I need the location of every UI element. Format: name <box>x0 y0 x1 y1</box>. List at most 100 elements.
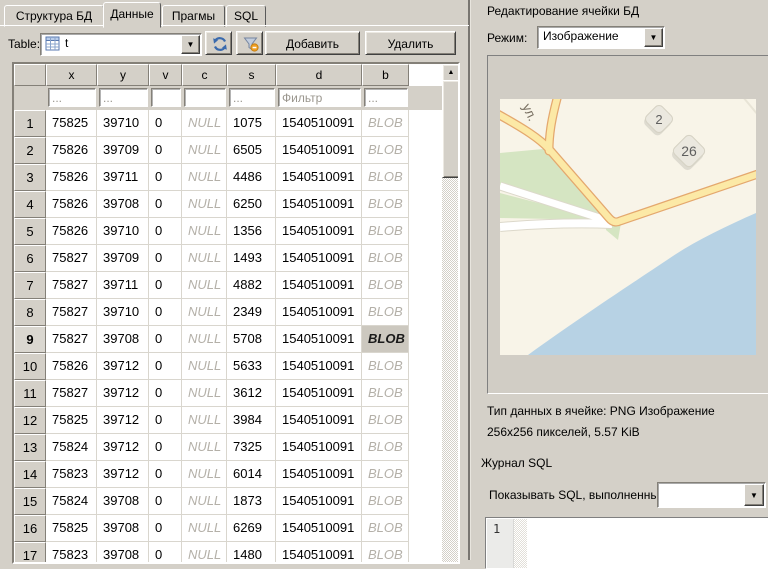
table-row[interactable]: 15 75824 39708 0 NULL 1873 1540510091 BL… <box>14 488 458 515</box>
cell-x[interactable]: 75827 <box>46 272 97 299</box>
table-row[interactable]: 16 75825 39708 0 NULL 6269 1540510091 BL… <box>14 515 458 542</box>
cell-d[interactable]: 1540510091 <box>276 245 362 272</box>
cell-d[interactable]: 1540510091 <box>276 218 362 245</box>
cell-c[interactable]: NULL <box>182 461 227 488</box>
cell-d[interactable]: 1540510091 <box>276 434 362 461</box>
cell-c[interactable]: NULL <box>182 110 227 137</box>
row-header[interactable]: 2 <box>14 137 46 164</box>
filter-input-y[interactable] <box>99 88 148 107</box>
cell-s[interactable]: 1075 <box>227 110 276 137</box>
cell-s[interactable]: 2349 <box>227 299 276 326</box>
vertical-scrollbar[interactable]: ▲ <box>442 64 458 562</box>
delete-record-button[interactable]: Удалить запись <box>365 31 456 55</box>
row-header[interactable]: 17 <box>14 542 46 564</box>
row-header[interactable]: 3 <box>14 164 46 191</box>
cell-d[interactable]: 1540510091 <box>276 461 362 488</box>
cell-c[interactable]: NULL <box>182 407 227 434</box>
cell-x[interactable]: 75826 <box>46 137 97 164</box>
table-row[interactable]: 8 75827 39710 0 NULL 2349 1540510091 BLO… <box>14 299 458 326</box>
table-row[interactable]: 13 75824 39712 0 NULL 7325 1540510091 BL… <box>14 434 458 461</box>
filter-button[interactable] <box>236 31 263 55</box>
table-row[interactable]: 7 75827 39711 0 NULL 4882 1540510091 BLO… <box>14 272 458 299</box>
cell-x[interactable]: 75826 <box>46 164 97 191</box>
cell-s[interactable]: 6014 <box>227 461 276 488</box>
sql-log-filter-select[interactable]: ▼ <box>657 482 766 508</box>
cell-v[interactable]: 0 <box>149 164 182 191</box>
table-row[interactable]: 5 75826 39710 0 NULL 1356 1540510091 BLO… <box>14 218 458 245</box>
cell-b[interactable]: BLOB <box>362 461 409 488</box>
table-row[interactable]: 12 75825 39712 0 NULL 3984 1540510091 BL… <box>14 407 458 434</box>
cell-s[interactable]: 6505 <box>227 137 276 164</box>
cell-c[interactable]: NULL <box>182 218 227 245</box>
cell-y[interactable]: 39711 <box>97 164 149 191</box>
row-header[interactable]: 16 <box>14 515 46 542</box>
cell-v[interactable]: 0 <box>149 515 182 542</box>
cell-y[interactable]: 39710 <box>97 110 149 137</box>
cell-d[interactable]: 1540510091 <box>276 137 362 164</box>
cell-c[interactable]: NULL <box>182 542 227 564</box>
row-header[interactable]: 11 <box>14 380 46 407</box>
cell-s[interactable]: 3984 <box>227 407 276 434</box>
table-row[interactable]: 17 75823 39708 0 NULL 1480 1540510091 BL… <box>14 542 458 564</box>
table-row[interactable]: 3 75826 39711 0 NULL 4486 1540510091 BLO… <box>14 164 458 191</box>
cell-b[interactable]: BLOB <box>362 245 409 272</box>
cell-v[interactable]: 0 <box>149 434 182 461</box>
cell-y[interactable]: 39709 <box>97 137 149 164</box>
row-header[interactable]: 14 <box>14 461 46 488</box>
sql-log-filter-dropdown[interactable]: ▼ <box>744 484 764 506</box>
cell-y[interactable]: 39710 <box>97 218 149 245</box>
cell-s[interactable]: 5708 <box>227 326 276 353</box>
cell-x[interactable]: 75823 <box>46 461 97 488</box>
cell-y[interactable]: 39708 <box>97 191 149 218</box>
cell-c[interactable]: NULL <box>182 488 227 515</box>
row-header[interactable]: 10 <box>14 353 46 380</box>
cell-b[interactable]: BLOB <box>362 380 409 407</box>
cell-s[interactable]: 4486 <box>227 164 276 191</box>
cell-b[interactable]: BLOB <box>362 218 409 245</box>
cell-b[interactable]: BLOB <box>362 326 409 353</box>
table-row[interactable]: 4 75826 39708 0 NULL 6250 1540510091 BLO… <box>14 191 458 218</box>
cell-x[interactable]: 75827 <box>46 299 97 326</box>
cell-v[interactable]: 0 <box>149 326 182 353</box>
cell-c[interactable]: NULL <box>182 515 227 542</box>
table-row[interactable]: 9 75827 39708 0 NULL 5708 1540510091 BLO… <box>14 326 458 353</box>
cell-y[interactable]: 39708 <box>97 515 149 542</box>
row-header[interactable]: 7 <box>14 272 46 299</box>
row-header[interactable]: 9 <box>14 326 46 353</box>
cell-s[interactable]: 1356 <box>227 218 276 245</box>
cell-s[interactable]: 7325 <box>227 434 276 461</box>
tab-db-structure[interactable]: Структура БД <box>4 5 104 27</box>
cell-s[interactable]: 1493 <box>227 245 276 272</box>
cell-c[interactable]: NULL <box>182 380 227 407</box>
column-header-v[interactable]: v <box>149 64 182 86</box>
cell-s[interactable]: 3612 <box>227 380 276 407</box>
row-header[interactable]: 8 <box>14 299 46 326</box>
table-row[interactable]: 1 75825 39710 0 NULL 1075 1540510091 BLO… <box>14 110 458 137</box>
cell-s[interactable]: 1873 <box>227 488 276 515</box>
cell-s[interactable]: 5633 <box>227 353 276 380</box>
cell-x[interactable]: 75823 <box>46 542 97 564</box>
cell-b[interactable]: BLOB <box>362 515 409 542</box>
table-row[interactable]: 10 75826 39712 0 NULL 5633 1540510091 BL… <box>14 353 458 380</box>
cell-b[interactable]: BLOB <box>362 488 409 515</box>
mode-select[interactable]: Изображение ▼ <box>537 26 665 49</box>
row-header[interactable]: 13 <box>14 434 46 461</box>
cell-v[interactable]: 0 <box>149 380 182 407</box>
cell-d[interactable]: 1540510091 <box>276 272 362 299</box>
table-row[interactable]: 11 75827 39712 0 NULL 3612 1540510091 BL… <box>14 380 458 407</box>
cell-d[interactable]: 1540510091 <box>276 488 362 515</box>
tab-data[interactable]: Данные <box>103 2 161 28</box>
cell-v[interactable]: 0 <box>149 542 182 564</box>
cell-y[interactable]: 39709 <box>97 245 149 272</box>
table-select[interactable]: t ▼ <box>40 33 202 56</box>
cell-v[interactable]: 0 <box>149 461 182 488</box>
cell-v[interactable]: 0 <box>149 353 182 380</box>
cell-y[interactable]: 39710 <box>97 299 149 326</box>
cell-b[interactable]: BLOB <box>362 164 409 191</box>
cell-v[interactable]: 0 <box>149 272 182 299</box>
table-row[interactable]: 6 75827 39709 0 NULL 1493 1540510091 BLO… <box>14 245 458 272</box>
cell-c[interactable]: NULL <box>182 137 227 164</box>
add-record-button[interactable]: Добавить запись <box>265 31 360 55</box>
row-header[interactable]: 12 <box>14 407 46 434</box>
cell-d[interactable]: 1540510091 <box>276 380 362 407</box>
